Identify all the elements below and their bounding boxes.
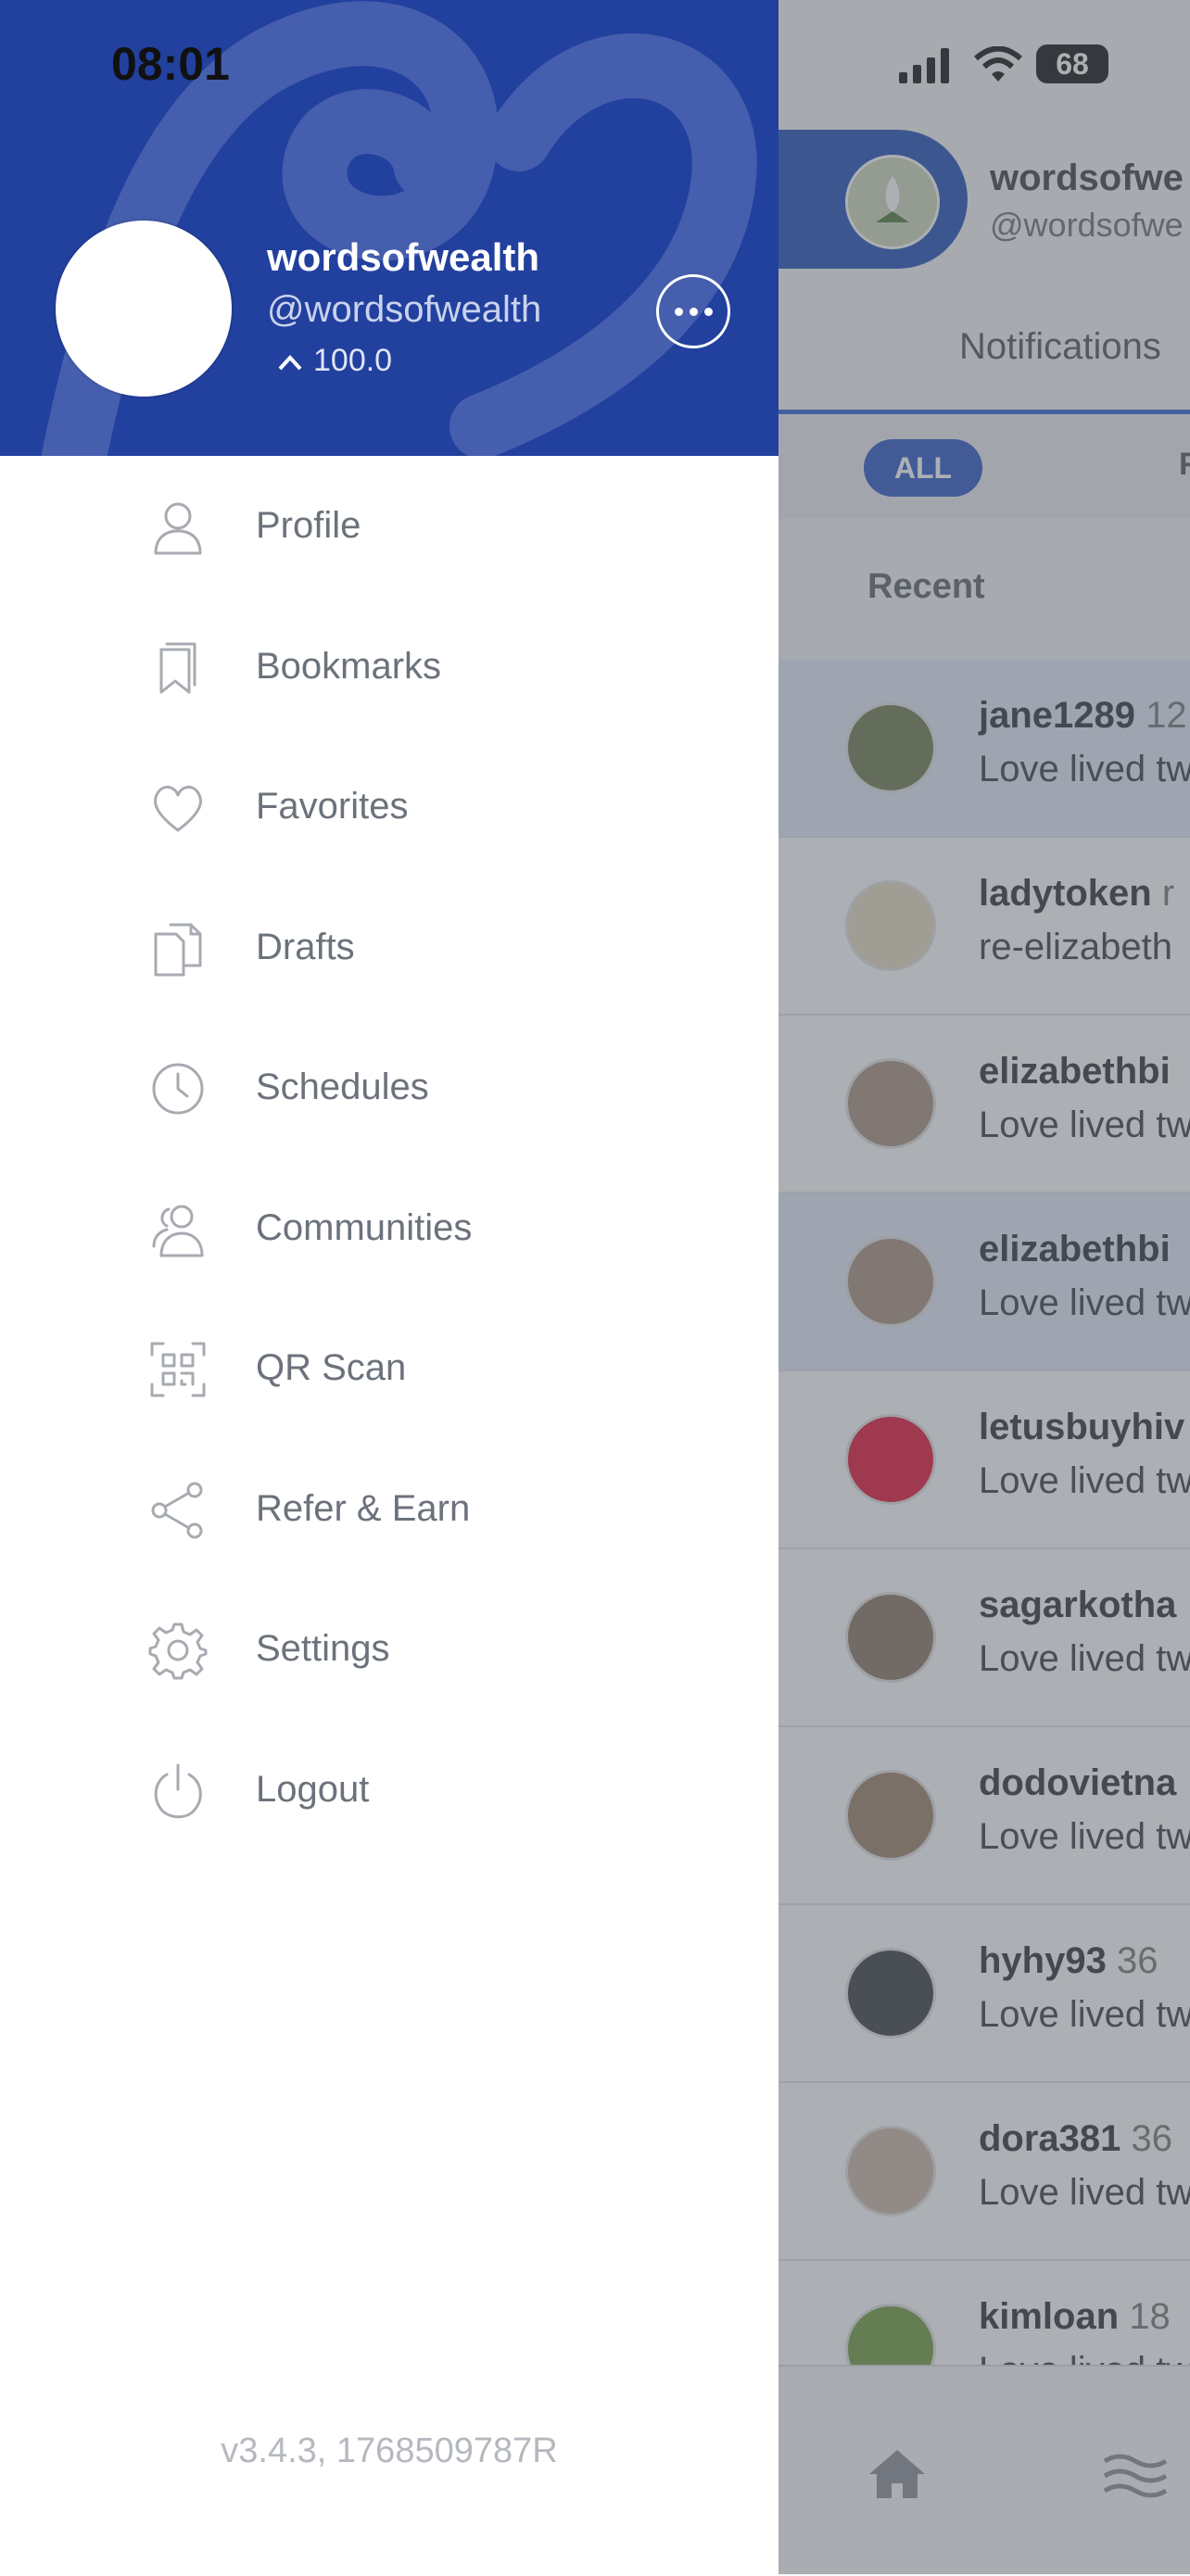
more-options-button[interactable] — [656, 274, 730, 348]
dot — [689, 307, 698, 316]
menu-item-label: Drafts — [256, 926, 355, 967]
status-time: 08:01 — [111, 38, 230, 90]
bookmark-icon — [159, 642, 196, 693]
profile-icon — [154, 502, 202, 555]
dot — [703, 307, 713, 316]
caret-up-icon — [278, 343, 302, 379]
menu-item-favorites[interactable]: Favorites — [0, 737, 779, 878]
drafts-icon — [154, 923, 202, 976]
gear-icon — [148, 1623, 208, 1680]
menu-item-drafts[interactable]: Drafts — [0, 878, 779, 1018]
menu-item-label: QR Scan — [256, 1347, 407, 1388]
menu-item-logout[interactable]: Logout — [0, 1720, 779, 1861]
communities-icon — [152, 1205, 204, 1256]
menu-item-label: Bookmarks — [256, 645, 442, 687]
menu-item-communities[interactable]: Communities — [0, 1158, 779, 1299]
menu-item-profile[interactable]: Profile — [0, 456, 779, 597]
menu-item-label: Profile — [256, 505, 361, 546]
dot — [674, 307, 683, 316]
menu-item-settings[interactable]: Settings — [0, 1579, 779, 1720]
clock-icon — [152, 1063, 204, 1115]
drawer-header: 08:01 wordsofwealth @wordsofwealth 100.0 — [0, 0, 779, 456]
user-name: wordsofwealth — [267, 235, 540, 279]
app-version: v3.4.3, 1768509787R — [221, 2431, 558, 2470]
menu-item-bookmarks[interactable]: Bookmarks — [0, 597, 779, 738]
reputation-value: 100.0 — [313, 343, 393, 378]
menu-item-label: Schedules — [256, 1067, 429, 1107]
qr-icon — [150, 1342, 206, 1397]
heart-icon — [154, 786, 202, 832]
share-icon — [151, 1482, 203, 1538]
menu-item-label: Logout — [256, 1768, 370, 1810]
power-icon — [154, 1763, 202, 1818]
menu-item-refer-earn[interactable]: Refer & Earn — [0, 1439, 779, 1580]
menu-item-label: Communities — [256, 1206, 473, 1248]
user-handle: @wordsofwealth — [267, 289, 542, 330]
menu-item-label: Refer & Earn — [256, 1487, 471, 1529]
side-drawer: 08:01 wordsofwealth @wordsofwealth 100.0… — [0, 0, 779, 2574]
menu-item-schedules[interactable]: Schedules — [0, 1017, 779, 1158]
user-reputation: 100.0 — [278, 343, 392, 379]
user-avatar[interactable] — [56, 221, 232, 397]
menu-item-label: Favorites — [256, 786, 409, 827]
menu-item-qr-scan[interactable]: QR Scan — [0, 1298, 779, 1439]
menu-item-label: Settings — [256, 1628, 390, 1669]
